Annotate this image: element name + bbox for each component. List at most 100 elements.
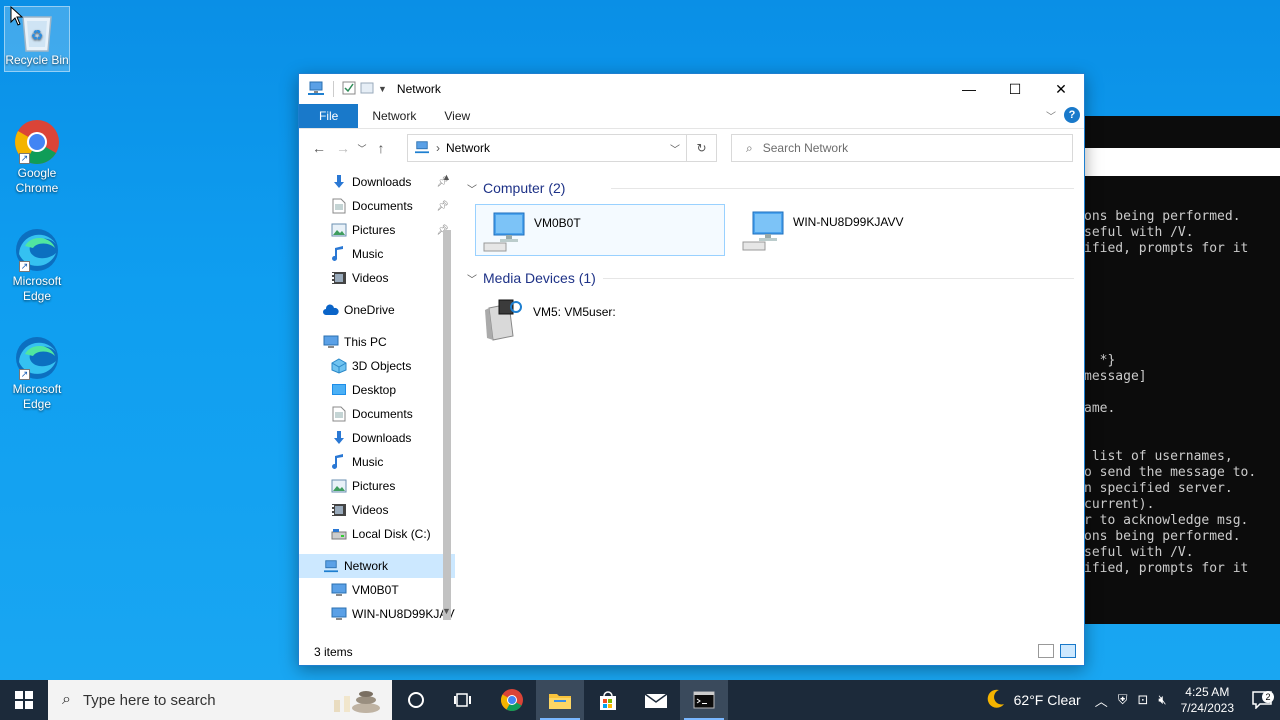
task-view-button[interactable]: [440, 680, 488, 720]
media-device-item[interactable]: VM5: VM5user:: [475, 294, 725, 346]
taskbar-command-prompt[interactable]: [680, 680, 728, 720]
desktop-icon-google-chrome[interactable]: ↗ Google Chrome: [4, 114, 70, 196]
nav-item-network[interactable]: Network: [299, 554, 455, 578]
minimize-button[interactable]: —: [946, 74, 992, 104]
taskbar-mail[interactable]: [632, 680, 680, 720]
console-line: message]: [1084, 369, 1147, 384]
group-header-computer[interactable]: ﹀ Computer (2): [463, 176, 1084, 200]
group-header-media-devices[interactable]: ﹀ Media Devices (1): [463, 266, 1084, 290]
pictures-icon: [331, 222, 347, 238]
nav-label: Network: [344, 559, 389, 573]
forward-button[interactable]: →: [331, 136, 355, 160]
console-window[interactable]: ons being performed. seful with /V. ified,…: [1084, 116, 1280, 624]
address-dropdown-chevron-icon[interactable]: ﹀: [670, 141, 680, 156]
nav-item-pc-music[interactable]: Music: [299, 450, 455, 474]
new-folder-icon[interactable]: [360, 81, 374, 98]
explorer-titlebar[interactable]: ▼ Network — ☐ ✕: [299, 74, 1084, 104]
nav-item-pc-documents[interactable]: Documents: [299, 402, 455, 426]
nav-label: Local Disk (C:): [352, 527, 431, 541]
desktop-icon-microsoft-edge[interactable]: ↗ Microsoft Edge: [4, 222, 70, 304]
network-computer-item[interactable]: VM0B0T: [475, 204, 725, 256]
nav-item-pc-desktop[interactable]: Desktop: [299, 378, 455, 402]
close-button[interactable]: ✕: [1038, 74, 1084, 104]
console-titlebar[interactable]: [1084, 148, 1280, 176]
start-button[interactable]: [0, 680, 48, 720]
tab-file[interactable]: File: [299, 104, 359, 128]
console-line: *}: [1084, 353, 1116, 368]
file-explorer-window[interactable]: ▼ Network — ☐ ✕ File Network View ﹀ ? ← …: [298, 73, 1085, 666]
search-highlight-image-icon: [320, 686, 384, 714]
properties-icon[interactable]: [342, 81, 356, 98]
nav-scrollbar[interactable]: ▲ ▼: [439, 170, 455, 640]
edge-icon: ↗: [13, 334, 61, 382]
scroll-down-chevron-icon[interactable]: ▼: [442, 606, 451, 616]
weather-widget[interactable]: 62°F Clear: [984, 688, 1081, 713]
tab-network[interactable]: Network: [358, 104, 430, 128]
nav-item-network-computer[interactable]: WIN-NU8D99KJAVV: [299, 602, 455, 626]
up-button[interactable]: ↑: [369, 136, 393, 160]
nav-item-pictures[interactable]: Pictures📌︎: [299, 218, 455, 242]
volume-muted-icon[interactable]: 🔇︎: [1158, 692, 1166, 708]
shortcut-arrow-icon: ↗: [19, 261, 30, 272]
nav-item-pc-videos[interactable]: Videos: [299, 498, 455, 522]
details-view-icon[interactable]: [1038, 644, 1054, 658]
collapse-chevron-icon[interactable]: ﹀: [467, 271, 483, 286]
media-server-icon: [479, 296, 527, 344]
navigation-pane[interactable]: Downloads📌︎Documents📌︎Pictures📌︎ Music Vid…: [299, 170, 455, 640]
item-count: 3 items: [314, 645, 353, 659]
desktop-icon-microsoft-edge-2[interactable]: ↗ Microsoft Edge: [4, 330, 70, 412]
chrome-icon: ↗: [13, 118, 61, 166]
disk-icon: [331, 526, 347, 542]
help-icon[interactable]: ?: [1064, 107, 1080, 123]
address-bar[interactable]: › Network ﹀ ↻: [407, 134, 717, 162]
nav-item-music[interactable]: Music: [299, 242, 455, 266]
tab-view[interactable]: View: [430, 104, 484, 128]
breadcrumb-network[interactable]: Network: [446, 141, 490, 155]
nav-item-pc-local-disk-c-[interactable]: Local Disk (C:): [299, 522, 455, 546]
nav-item-onedrive[interactable]: OneDrive: [299, 298, 455, 322]
collapse-chevron-icon[interactable]: ﹀: [467, 181, 483, 196]
network-tray-icon[interactable]: ⊡: [1138, 692, 1149, 708]
content-pane[interactable]: ﹀ Computer (2) VM0B0T WIN-NU8D99KJAVV ﹀ …: [463, 170, 1084, 640]
taskbar-microsoft-store[interactable]: [584, 680, 632, 720]
taskbar-file-explorer[interactable]: [536, 680, 584, 720]
action-center-button[interactable]: 2: [1244, 691, 1280, 709]
scrollbar-thumb[interactable]: [443, 230, 451, 620]
nav-item-downloads[interactable]: Downloads 📌︎: [299, 170, 455, 194]
recent-locations-chevron-icon[interactable]: ﹀: [355, 136, 369, 160]
breadcrumb-chevron-icon[interactable]: ›: [436, 141, 440, 155]
mail-envelope-icon: [644, 693, 668, 708]
taskbar-chrome[interactable]: [488, 680, 536, 720]
nav-item-pc-downloads[interactable]: Downloads: [299, 426, 455, 450]
taskbar-search-box[interactable]: ⌕ Type here to search: [48, 680, 392, 720]
network-computer-item[interactable]: WIN-NU8D99KJAVV: [735, 204, 985, 256]
back-button[interactable]: ←: [307, 136, 331, 160]
search-input[interactable]: ⌕ Search Network: [731, 134, 1073, 162]
expand-ribbon-chevron-icon[interactable]: ﹀: [1046, 108, 1056, 123]
show-hidden-icons-chevron-icon[interactable]: ︿: [1095, 691, 1108, 710]
ribbon-tabs: File Network View ﹀ ?: [299, 104, 1084, 129]
scroll-up-chevron-icon[interactable]: ▲: [442, 172, 451, 182]
nav-item-documents[interactable]: Documents 📌︎: [299, 194, 455, 218]
nav-item-this-pc[interactable]: This PC: [299, 330, 455, 354]
taskbar: ⌕ Type here to search 62°F Clear ︿ ⛨ ⊡ 🔇…: [0, 680, 1280, 720]
mouse-cursor-icon: [10, 5, 24, 29]
console-line: ified, prompts for it: [1084, 561, 1249, 576]
maximize-button[interactable]: ☐: [992, 74, 1038, 104]
nav-item-pc-3d-objects[interactable]: 3D Objects: [299, 354, 455, 378]
terminal-icon: [693, 691, 715, 709]
nav-label: Pictures: [352, 479, 396, 493]
nav-label: OneDrive: [344, 303, 395, 317]
clock[interactable]: 4:25 AM 7/24/2023: [1181, 684, 1234, 716]
nav-item-videos[interactable]: Videos: [299, 266, 455, 290]
nav-item-pc-pictures[interactable]: Pictures: [299, 474, 455, 498]
nav-item-network-computer[interactable]: VM0B0T: [299, 578, 455, 602]
customize-toolbar-chevron-icon[interactable]: ▼: [378, 84, 387, 94]
large-icons-view-icon[interactable]: [1060, 644, 1076, 658]
refresh-button[interactable]: ↻: [686, 135, 716, 161]
cortana-button[interactable]: [392, 680, 440, 720]
shortcut-arrow-icon: ↗: [19, 369, 30, 380]
security-icon[interactable]: ⛨: [1118, 692, 1128, 708]
